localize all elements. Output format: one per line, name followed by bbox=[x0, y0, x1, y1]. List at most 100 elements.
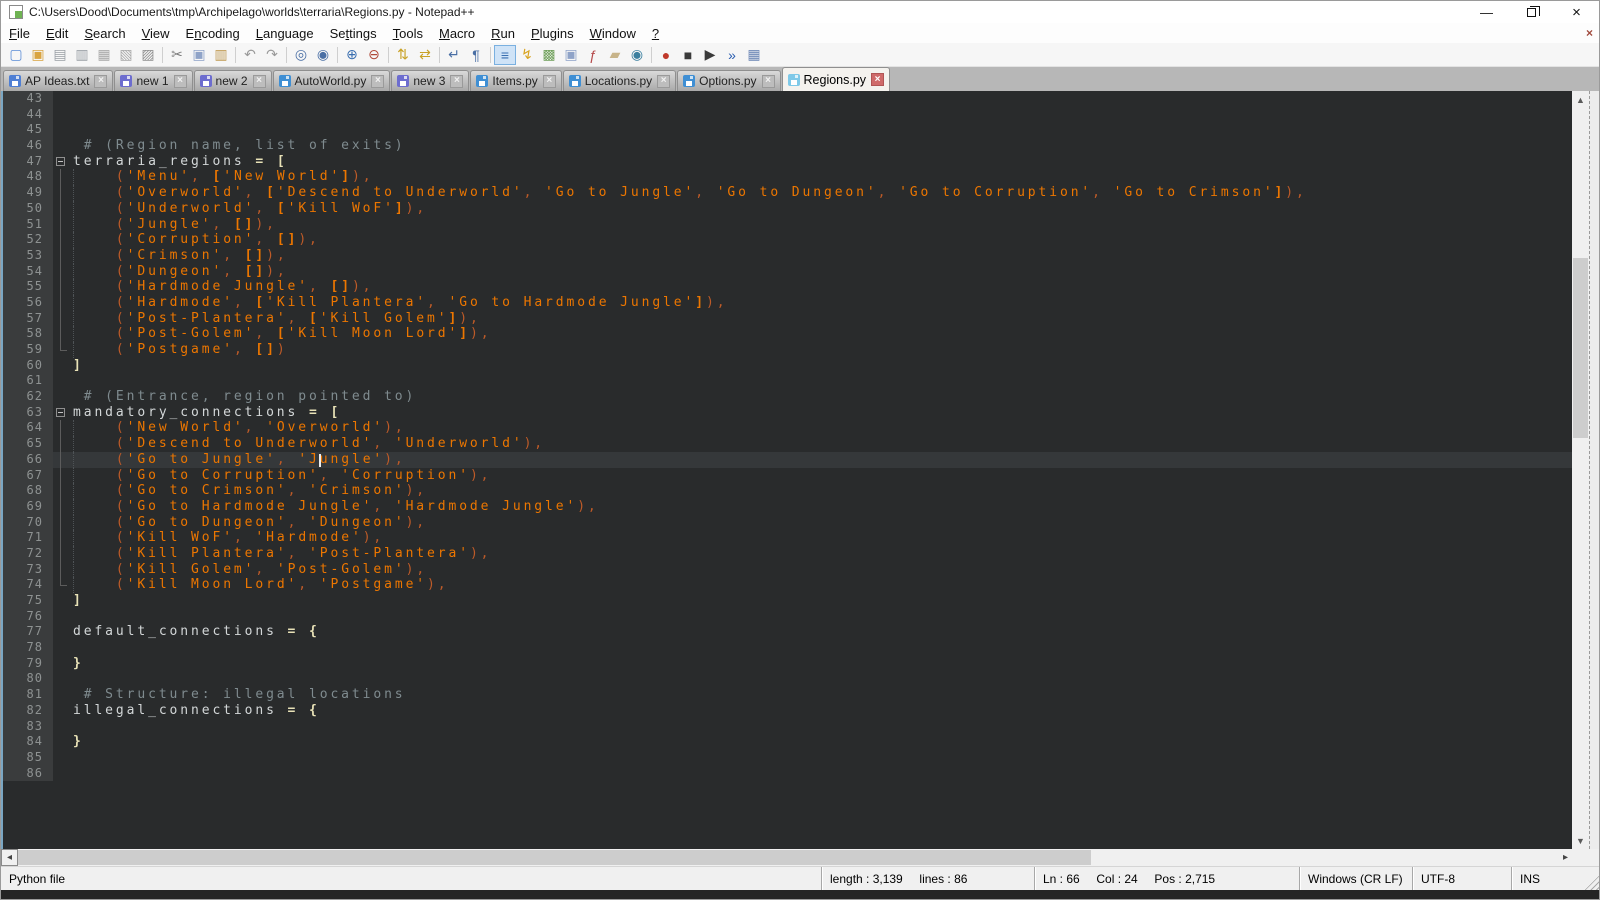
print-icon[interactable]: ▨ bbox=[137, 45, 159, 65]
code-text[interactable]: ('Descend to Underworld', 'Underworld'), bbox=[71, 436, 1572, 452]
code-line-84[interactable]: 84} bbox=[3, 734, 1572, 750]
vertical-scrollbar[interactable]: ▲ ▼ bbox=[1572, 91, 1589, 849]
code-text[interactable]: terraria_regions = [ bbox=[71, 154, 1572, 170]
code-text[interactable] bbox=[71, 750, 1572, 766]
code-line-52[interactable]: 52 ('Corruption', []), bbox=[3, 232, 1572, 248]
menu-plugins[interactable]: Plugins bbox=[523, 24, 582, 43]
tab-options-py[interactable]: Options.py× bbox=[677, 70, 780, 91]
sync-horizontal-scroll-icon[interactable]: ⇄ bbox=[414, 45, 436, 65]
tab-close-icon[interactable]: × bbox=[174, 75, 187, 88]
code-line-77[interactable]: 77default_connections = { bbox=[3, 624, 1572, 640]
code-line-62[interactable]: 62 # (Entrance, region pointed to) bbox=[3, 389, 1572, 405]
code-text[interactable]: # (Region name, list of exits) bbox=[71, 138, 1572, 154]
code-line-67[interactable]: 67 ('Go to Corruption', 'Corruption'), bbox=[3, 468, 1572, 484]
code-text[interactable] bbox=[71, 373, 1572, 389]
code-line-43[interactable]: 43 bbox=[3, 91, 1572, 107]
code-text[interactable]: ('Go to Hardmode Jungle', 'Hardmode Jung… bbox=[71, 499, 1572, 515]
code-text[interactable]: ('Go to Corruption', 'Corruption'), bbox=[71, 468, 1572, 484]
menu-window[interactable]: Window bbox=[582, 24, 644, 43]
code-line-54[interactable]: 54 ('Dungeon', []), bbox=[3, 264, 1572, 280]
code-line-71[interactable]: 71 ('Kill WoF', 'Hardmode'), bbox=[3, 530, 1572, 546]
scroll-down-arrow-icon[interactable]: ▼ bbox=[1572, 832, 1589, 849]
code-text[interactable]: ('Dungeon', []), bbox=[71, 264, 1572, 280]
code-line-85[interactable]: 85 bbox=[3, 750, 1572, 766]
sync-vertical-scroll-icon[interactable]: ⇅ bbox=[392, 45, 414, 65]
code-text[interactable]: # (Entrance, region pointed to) bbox=[71, 389, 1572, 405]
code-text[interactable] bbox=[71, 91, 1572, 107]
code-line-46[interactable]: 46 # (Region name, list of exits) bbox=[3, 138, 1572, 154]
menu-view[interactable]: View bbox=[134, 24, 178, 43]
code-text[interactable]: ] bbox=[71, 593, 1572, 609]
code-text[interactable]: ] bbox=[71, 358, 1572, 374]
tab-items-py[interactable]: Items.py× bbox=[470, 70, 561, 91]
code-text[interactable]: default_connections = { bbox=[71, 624, 1572, 640]
code-text[interactable] bbox=[71, 766, 1572, 782]
code-line-65[interactable]: 65 ('Descend to Underworld', 'Underworld… bbox=[3, 436, 1572, 452]
macro-run-multiple-icon[interactable]: » bbox=[721, 45, 743, 65]
code-line-79[interactable]: 79} bbox=[3, 656, 1572, 672]
menu-tools[interactable]: Tools bbox=[385, 24, 431, 43]
code-line-53[interactable]: 53 ('Crimson', []), bbox=[3, 248, 1572, 264]
code-text[interactable]: } bbox=[71, 734, 1572, 750]
code-line-50[interactable]: 50 ('Underworld', ['Kill WoF']), bbox=[3, 201, 1572, 217]
menu-macro[interactable]: Macro bbox=[431, 24, 483, 43]
tab-locations-py[interactable]: Locations.py× bbox=[563, 70, 676, 91]
code-text[interactable]: # Structure: illegal locations bbox=[71, 687, 1572, 703]
code-line-76[interactable]: 76 bbox=[3, 609, 1572, 625]
code-line-68[interactable]: 68 ('Go to Crimson', 'Crimson'), bbox=[3, 483, 1572, 499]
copy-icon[interactable]: ▣ bbox=[188, 45, 210, 65]
code-line-55[interactable]: 55 ('Hardmode Jungle', []), bbox=[3, 279, 1572, 295]
code-text[interactable]: ('Kill Golem', 'Post-Golem'), bbox=[71, 562, 1572, 578]
code-line-56[interactable]: 56 ('Hardmode', ['Kill Plantera', 'Go to… bbox=[3, 295, 1572, 311]
restore-button[interactable] bbox=[1509, 1, 1554, 23]
tab-close-icon[interactable]: × bbox=[94, 75, 107, 88]
code-line-80[interactable]: 80 bbox=[3, 671, 1572, 687]
monitoring-eye-icon[interactable]: ◉ bbox=[626, 45, 648, 65]
code-text[interactable]: ('Jungle', []), bbox=[71, 217, 1572, 233]
menu-search[interactable]: Search bbox=[76, 24, 133, 43]
function-list-icon[interactable]: ƒ bbox=[582, 45, 604, 65]
code-line-59[interactable]: 59 ('Postgame', []) bbox=[3, 342, 1572, 358]
tab-close-icon[interactable]: × bbox=[371, 75, 384, 88]
code-line-66[interactable]: 66 ('Go to Jungle', 'Jungle'), bbox=[3, 452, 1572, 468]
save-all-icon[interactable]: ▥ bbox=[71, 45, 93, 65]
show-indent-guide-icon[interactable]: ≡ bbox=[494, 45, 516, 65]
tab-regions-py[interactable]: Regions.py× bbox=[782, 67, 891, 91]
scroll-up-arrow-icon[interactable]: ▲ bbox=[1572, 91, 1589, 108]
code-line-47[interactable]: 47terraria_regions = [ bbox=[3, 154, 1572, 170]
code-line-70[interactable]: 70 ('Go to Dungeon', 'Dungeon'), bbox=[3, 515, 1572, 531]
code-text[interactable]: ('Postgame', []) bbox=[71, 342, 1572, 358]
code-text[interactable]: ('New World', 'Overworld'), bbox=[71, 420, 1572, 436]
code-line-58[interactable]: 58 ('Post-Golem', ['Kill Moon Lord']), bbox=[3, 326, 1572, 342]
scroll-left-arrow-icon[interactable]: ◂ bbox=[1, 849, 18, 866]
horizontal-scroll-thumb[interactable] bbox=[18, 850, 1091, 865]
code-line-60[interactable]: 60] bbox=[3, 358, 1572, 374]
tab-new-2[interactable]: new 2× bbox=[194, 70, 272, 91]
paste-icon[interactable]: ▥ bbox=[210, 45, 232, 65]
tab-ap-ideas-txt[interactable]: AP Ideas.txt× bbox=[3, 70, 113, 91]
tab-close-icon[interactable]: × bbox=[657, 75, 670, 88]
menu-edit[interactable]: Edit bbox=[38, 24, 76, 43]
code-line-49[interactable]: 49 ('Overworld', ['Descend to Underworld… bbox=[3, 185, 1572, 201]
new-file-icon[interactable]: ▢ bbox=[5, 45, 27, 65]
menu-close-document-icon[interactable]: × bbox=[1586, 26, 1593, 40]
code-text[interactable]: ('Underworld', ['Kill WoF']), bbox=[71, 201, 1572, 217]
code-line-61[interactable]: 61 bbox=[3, 373, 1572, 389]
close-file-icon[interactable]: ▦ bbox=[93, 45, 115, 65]
code-text[interactable]: ('Post-Plantera', ['Kill Golem']), bbox=[71, 311, 1572, 327]
code-line-81[interactable]: 81 # Structure: illegal locations bbox=[3, 687, 1572, 703]
replace-icon[interactable]: ◉ bbox=[312, 45, 334, 65]
macro-play-icon[interactable]: ▶ bbox=[699, 45, 721, 65]
zoom-in-icon[interactable]: ⊕ bbox=[341, 45, 363, 65]
document-map-icon[interactable]: ▩ bbox=[538, 45, 560, 65]
code-text[interactable]: ('Go to Crimson', 'Crimson'), bbox=[71, 483, 1572, 499]
code-line-57[interactable]: 57 ('Post-Plantera', ['Kill Golem']), bbox=[3, 311, 1572, 327]
code-line-74[interactable]: 74 ('Kill Moon Lord', 'Postgame'), bbox=[3, 577, 1572, 593]
menu-run[interactable]: Run bbox=[483, 24, 523, 43]
code-line-48[interactable]: 48 ('Menu', ['New World']), bbox=[3, 169, 1572, 185]
tab-new-3[interactable]: new 3× bbox=[391, 70, 469, 91]
code-editor[interactable]: 43444546 # (Region name, list of exits)4… bbox=[1, 91, 1572, 849]
macro-stop-icon[interactable]: ■ bbox=[677, 45, 699, 65]
code-line-72[interactable]: 72 ('Kill Plantera', 'Post-Plantera'), bbox=[3, 546, 1572, 562]
tab-close-icon[interactable]: × bbox=[253, 75, 266, 88]
